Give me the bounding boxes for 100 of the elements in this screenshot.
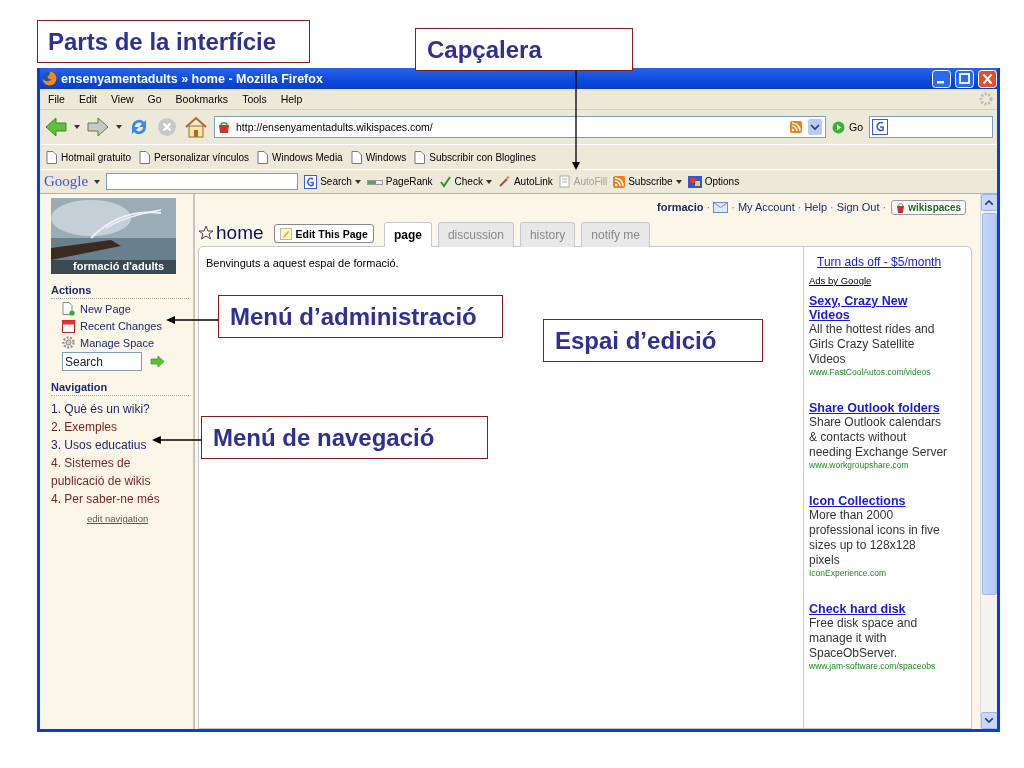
calendar-icon (62, 319, 75, 333)
toolbar-search-field[interactable] (106, 173, 299, 190)
address-field[interactable]: http://ensenyamentadults.wikispaces.com/ (214, 116, 826, 138)
separator: · (797, 201, 802, 213)
page-icon (350, 150, 362, 164)
slide-title: Parts de la interfície (37, 20, 310, 63)
google-icon (872, 119, 890, 135)
rss-icon (790, 121, 802, 133)
menu-item[interactable]: Edit (78, 93, 97, 105)
star-icon[interactable] (198, 225, 214, 241)
navigation-link[interactable]: 4. Sistemes de publicació de wikis (51, 454, 171, 490)
minimize-icon[interactable] (932, 69, 951, 88)
toolbar-button[interactable]: Check (438, 175, 492, 188)
rss-icon (613, 175, 626, 188)
bookmark-link[interactable]: Hotmail gratuito (46, 150, 132, 164)
section-heading: Actions (51, 284, 189, 299)
forward-icon[interactable] (86, 116, 110, 138)
bookmark-link[interactable]: Windows Media (257, 150, 343, 164)
separator: · (731, 201, 735, 213)
caret-icon (116, 125, 122, 129)
edit-page-button[interactable]: Edit This Page (273, 224, 374, 243)
menu-item[interactable]: View (111, 93, 134, 105)
ad-text: All the hottest rides and Girls Crazy Satellite Videos (809, 322, 936, 367)
ad-url: www.workgroupshare.com (809, 460, 910, 470)
page-icon (414, 150, 426, 164)
toolbar-button[interactable]: AutoLink (497, 175, 553, 188)
search-field[interactable] (869, 116, 993, 138)
bookmark-link[interactable]: Windows (350, 150, 407, 164)
toolbar-button[interactable]: PageRank (366, 176, 433, 187)
scrollbar[interactable] (980, 194, 997, 729)
search-icon (304, 174, 318, 189)
dropdown-icon[interactable] (808, 119, 822, 135)
pagerank-meter-icon (366, 180, 383, 185)
go-button[interactable]: Go (832, 120, 863, 134)
toolbar-button[interactable]: Options (687, 175, 740, 188)
navigation-link[interactable]: 3. Usos educatius (51, 436, 171, 454)
caret-icon (74, 125, 80, 129)
pencil-icon (279, 227, 292, 240)
navigation-link[interactable]: 2. Exemples (51, 418, 171, 436)
form-icon (558, 175, 571, 188)
ad-url: www.FastCoolAutos.com/videos (809, 367, 932, 377)
menu-item[interactable]: Go (147, 93, 162, 105)
section-heading: Navigation (51, 381, 189, 396)
edit-navigation-link[interactable]: edit navigation (87, 513, 149, 524)
bookmark-link[interactable]: Subscribir con Bloglines (414, 150, 536, 164)
navigation-link[interactable]: 4. Per saber-ne més (51, 490, 171, 508)
site-icon (218, 120, 230, 134)
ad-title-link[interactable]: Check hard disk (809, 602, 949, 616)
menu-item[interactable]: Help (280, 93, 303, 105)
separator: · (882, 201, 887, 213)
options-icon (687, 175, 702, 188)
ad-title-link[interactable]: Share Outlook folders (809, 401, 949, 415)
caret-icon (485, 179, 492, 184)
scroll-up-icon[interactable] (985, 200, 993, 205)
action-link[interactable]: Recent Changes (62, 319, 193, 333)
page-tab[interactable]: page (383, 222, 432, 247)
ad-text: Free disk space and manage it with SpaceObServer. (809, 616, 919, 661)
ad-text: More than 2000 professional icons in five sizes up to 128x128 pixels (809, 508, 941, 568)
home-icon[interactable] (184, 116, 208, 138)
gear-icon (62, 336, 75, 349)
mail-icon[interactable] (713, 201, 729, 213)
wikispaces-badge[interactable]: wikispaces (891, 199, 966, 215)
ads-off-link[interactable]: Turn ads off - $5/month (817, 255, 971, 269)
caret-icon (94, 179, 101, 184)
bookmark-link[interactable]: Personalizar vínculos (139, 150, 250, 164)
ads-by-link[interactable]: Ads by Google (809, 275, 971, 286)
ad-title-link[interactable]: Sexy, Crazy New Videos (809, 294, 949, 322)
action-link[interactable]: New Page (62, 302, 193, 316)
callout-label: Menú de navegació (201, 416, 488, 459)
back-icon[interactable] (44, 116, 68, 138)
pointer-arrow (152, 436, 202, 444)
ad-url: www.jam-software.com/spaceobs (809, 661, 937, 671)
account-link[interactable]: Help (804, 201, 828, 213)
ad-text: Share Outlook calendars & contacts without needing Exchange Server (809, 415, 949, 460)
toolbar-button[interactable]: Subscribe (613, 175, 682, 188)
account-link[interactable]: Sign Out (836, 201, 880, 213)
page-icon (257, 150, 269, 164)
maximize-icon[interactable] (955, 69, 974, 88)
pointer-arrow (166, 316, 219, 324)
caret-icon (354, 179, 361, 184)
go-arrow-icon[interactable] (150, 355, 165, 368)
ad-title-link[interactable]: Icon Collections (809, 494, 949, 508)
menu-item[interactable]: File (48, 93, 65, 105)
spellcheck-icon (438, 175, 452, 188)
menu-item[interactable]: Bookmarks (175, 93, 229, 105)
close-icon[interactable] (978, 69, 997, 88)
page-icon (46, 150, 57, 164)
search-field[interactable]: Search (62, 352, 142, 371)
firefox-icon (42, 71, 57, 86)
toolbar-button[interactable]: Search (304, 174, 361, 189)
action-link[interactable]: Manage Space (62, 336, 193, 349)
navigation-link[interactable]: 1. Què és un wiki? (51, 400, 171, 418)
plant-icon (896, 201, 906, 213)
caret-icon (675, 179, 682, 184)
new-page-icon (62, 302, 75, 316)
scroll-down-icon[interactable] (985, 718, 993, 723)
menu-item[interactable]: Tools (242, 93, 267, 105)
account-link[interactable]: My Account (737, 201, 795, 213)
page-title: home (216, 222, 264, 244)
separator: · (706, 201, 711, 213)
